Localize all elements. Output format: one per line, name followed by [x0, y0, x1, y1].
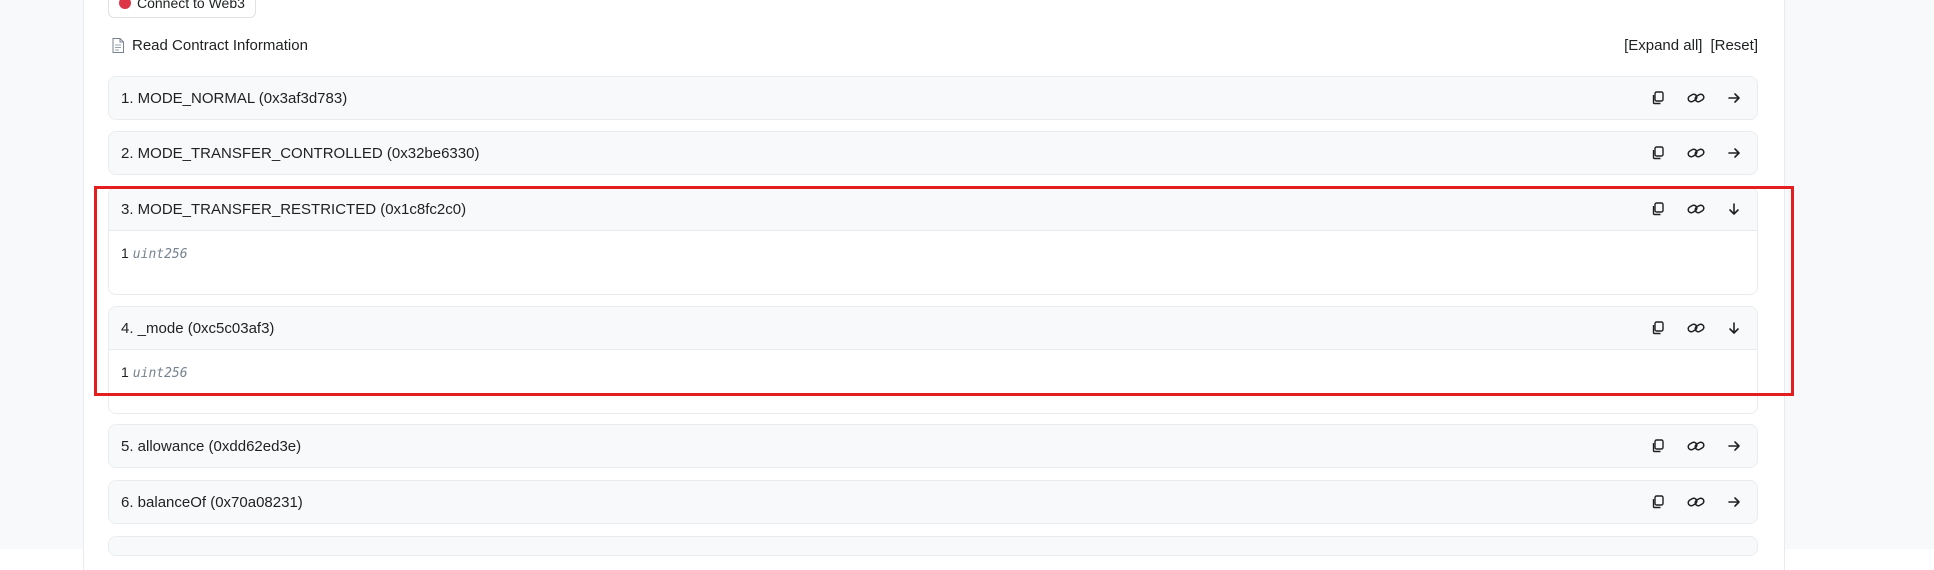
result-type: uint256 [132, 366, 188, 381]
function-card-1[interactable]: 1. MODE_NORMAL (0x3af3d783) [108, 76, 1758, 120]
header-links: [Expand all] [Reset] [1624, 37, 1758, 54]
arrow-right-icon[interactable] [1723, 87, 1745, 109]
function-card-5[interactable]: 5. allowance (0xdd62ed3e) [108, 424, 1758, 468]
function-title: 1. MODE_NORMAL (0x3af3d783) [121, 89, 348, 107]
function-title: 4. _mode (0xc5c03af3) [121, 319, 275, 337]
status-dot-icon [119, 0, 131, 9]
reset-link[interactable]: [Reset] [1710, 37, 1758, 54]
arrow-right-icon[interactable] [1723, 435, 1745, 457]
expand-all-link[interactable]: [Expand all] [1624, 37, 1702, 54]
link-icon[interactable] [1685, 435, 1707, 457]
connect-web3-label: Connect to Web3 [137, 0, 245, 11]
read-contract-header: Read Contract Information [112, 37, 308, 54]
function-header[interactable]: 4. _mode (0xc5c03af3) [109, 307, 1757, 349]
function-header[interactable]: 2. MODE_TRANSFER_CONTROLLED (0x32be6330) [109, 132, 1757, 174]
result-value: 1 [121, 245, 129, 261]
link-icon[interactable] [1685, 87, 1707, 109]
arrow-right-icon[interactable] [1723, 142, 1745, 164]
link-icon[interactable] [1685, 142, 1707, 164]
function-card-7[interactable] [108, 536, 1758, 556]
function-card-4[interactable]: 4. _mode (0xc5c03af3) 1 uint256 [108, 306, 1758, 414]
copy-icon[interactable] [1647, 435, 1669, 457]
function-title: 6. balanceOf (0x70a08231) [121, 493, 303, 511]
function-title: 3. MODE_TRANSFER_RESTRICTED (0x1c8fc2c0) [121, 200, 467, 218]
link-icon[interactable] [1685, 317, 1707, 339]
arrow-down-icon[interactable] [1723, 198, 1745, 220]
link-icon[interactable] [1685, 198, 1707, 220]
link-icon[interactable] [1685, 491, 1707, 513]
function-header[interactable]: 5. allowance (0xdd62ed3e) [109, 425, 1757, 467]
function-header[interactable] [109, 537, 1757, 555]
document-icon [112, 38, 124, 53]
copy-icon[interactable] [1647, 198, 1669, 220]
function-card-2[interactable]: 2. MODE_TRANSFER_CONTROLLED (0x32be6330) [108, 131, 1758, 175]
function-header[interactable]: 3. MODE_TRANSFER_RESTRICTED (0x1c8fc2c0) [109, 188, 1757, 230]
copy-icon[interactable] [1647, 317, 1669, 339]
function-header[interactable]: 1. MODE_NORMAL (0x3af3d783) [109, 77, 1757, 119]
copy-icon[interactable] [1647, 142, 1669, 164]
function-header[interactable]: 6. balanceOf (0x70a08231) [109, 481, 1757, 523]
copy-icon[interactable] [1647, 87, 1669, 109]
function-title: 5. allowance (0xdd62ed3e) [121, 437, 302, 455]
arrow-down-icon[interactable] [1723, 317, 1745, 339]
copy-icon[interactable] [1647, 491, 1669, 513]
result-value: 1 [121, 364, 129, 380]
function-result: 1 uint256 [109, 349, 1757, 413]
function-card-3[interactable]: 3. MODE_TRANSFER_RESTRICTED (0x1c8fc2c0)… [108, 187, 1758, 295]
connect-web3-button[interactable]: Connect to Web3 [108, 0, 256, 18]
function-result: 1 uint256 [109, 230, 1757, 294]
function-title: 2. MODE_TRANSFER_CONTROLLED (0x32be6330) [121, 144, 480, 162]
read-contract-title: Read Contract Information [132, 37, 308, 54]
function-card-6[interactable]: 6. balanceOf (0x70a08231) [108, 480, 1758, 524]
arrow-right-icon[interactable] [1723, 491, 1745, 513]
result-type: uint256 [132, 247, 188, 262]
